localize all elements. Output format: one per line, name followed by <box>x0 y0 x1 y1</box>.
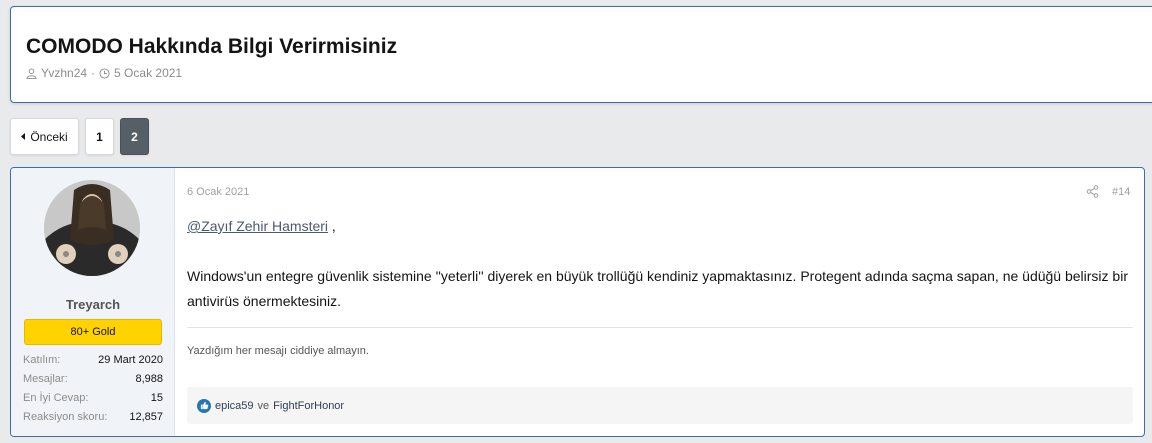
user-stats: Katılım: 29 Mart 2020 Mesajlar: 8,988 En… <box>23 351 163 427</box>
avatar-image <box>44 180 140 276</box>
caret-left-icon <box>21 133 26 140</box>
username[interactable]: Treyarch <box>11 297 175 312</box>
post-body: Windows'un entegre güvenlik sistemine ''… <box>187 268 1128 309</box>
share-icon[interactable] <box>1086 185 1099 198</box>
stat-row-reaction-score: Reaksiyon skoru: 12,857 <box>23 408 163 427</box>
page-1-button[interactable]: 1 <box>85 118 114 155</box>
post-user-cell: Treyarch 80+ Gold Katılım: 29 Mart 2020 … <box>11 168 175 436</box>
reaction-connector: ve <box>257 399 270 412</box>
clock-icon <box>99 67 110 79</box>
reaction-user-link[interactable]: epica59 <box>215 400 254 412</box>
user-mention-link[interactable]: @Zayıf Zehir Hamsteri <box>187 218 328 234</box>
stat-row-best-answer: En İyi Cevap: 15 <box>23 389 163 408</box>
page-2-button[interactable]: 2 <box>120 118 149 155</box>
user-icon <box>26 67 37 79</box>
post-date[interactable]: 6 Ocak 2021 <box>187 186 249 198</box>
prev-page-button[interactable]: Önceki <box>10 118 79 155</box>
thread-meta: Yvzhn24 · 5 Ocak 2021 <box>26 66 182 80</box>
post-message: Treyarch 80+ Gold Katılım: 29 Mart 2020 … <box>10 167 1145 437</box>
stat-label: Reaksiyon skoru: <box>23 411 108 423</box>
avatar[interactable] <box>44 180 140 276</box>
meta-separator: · <box>91 66 96 80</box>
mention-suffix: , <box>328 218 336 234</box>
reaction-user-link[interactable]: FightForHonor <box>273 400 344 412</box>
thread-title: COMODO Hakkında Bilgi Verirmisiniz <box>26 35 398 58</box>
stat-value: 12,857 <box>129 411 163 423</box>
stat-row-join-date: Katılım: 29 Mart 2020 <box>23 351 163 370</box>
stat-value: 8,988 <box>135 373 163 385</box>
reactions-bar[interactable]: epica59 ve FightForHonor <box>187 387 1133 424</box>
stat-label: En İyi Cevap: <box>23 392 89 404</box>
stat-label: Katılım: <box>23 354 61 366</box>
thread-author[interactable]: Yvzhn24 <box>41 66 87 80</box>
mention-line: @Zayıf Zehir Hamsteri , <box>187 218 336 234</box>
thread-date[interactable]: 5 Ocak 2021 <box>114 66 182 80</box>
prev-page-label: Önceki <box>30 129 68 144</box>
stat-value: 29 Mart 2020 <box>98 354 163 366</box>
user-rank-badge: 80+ Gold <box>24 319 162 345</box>
thread-header: COMODO Hakkında Bilgi Verirmisiniz Yvzhn… <box>10 6 1152 103</box>
user-signature: Yazdığım her mesajı ciddiye almayın. <box>187 345 369 357</box>
pagination: Önceki 1 2 <box>10 118 149 155</box>
post-number[interactable]: #14 <box>1112 186 1130 198</box>
signature-divider <box>187 327 1133 328</box>
stat-label: Mesajlar: <box>23 373 68 385</box>
stat-value: 15 <box>150 392 163 404</box>
like-icon <box>197 398 211 413</box>
stat-row-messages: Mesajlar: 8,988 <box>23 370 163 389</box>
